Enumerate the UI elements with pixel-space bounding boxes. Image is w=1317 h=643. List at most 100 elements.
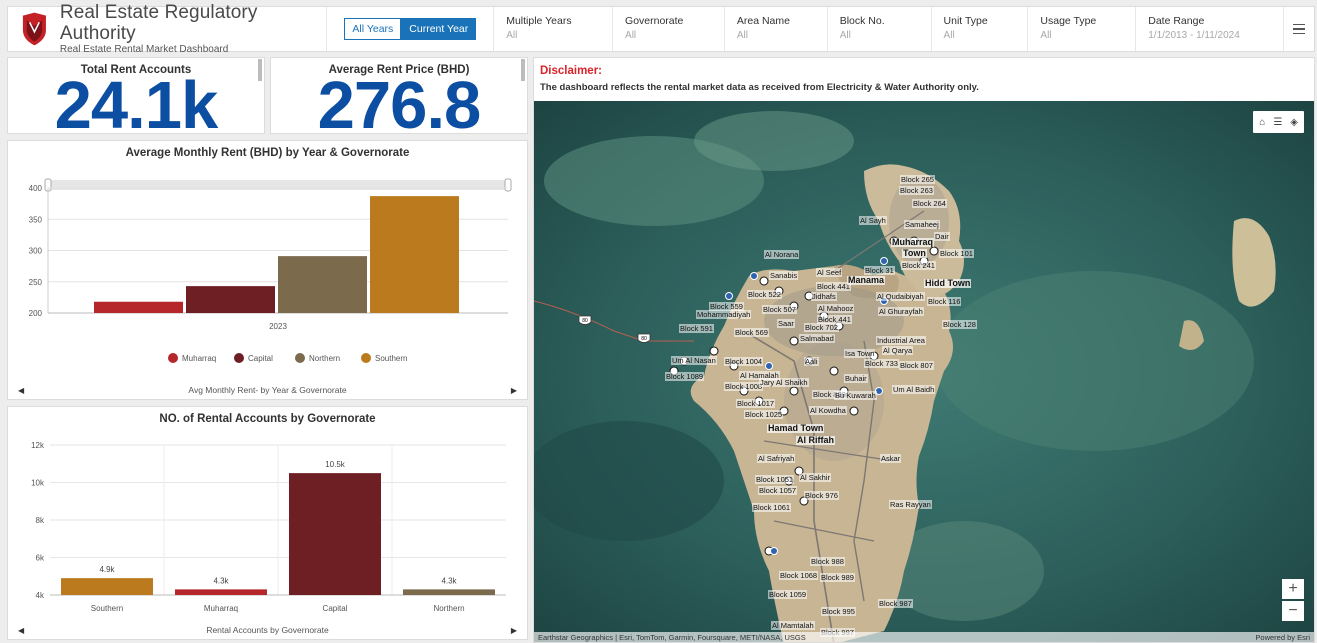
map-label: Jary Al Shaikh bbox=[759, 378, 809, 387]
avg-monthly-rent-chart: 200 250 300 350 400 2023 Muharraq Capital Northe… bbox=[29, 178, 512, 363]
powered-by-esri[interactable]: Powered by Esri bbox=[1255, 633, 1310, 642]
map-label: Block 1068 bbox=[779, 571, 819, 580]
map-label: Block 116 bbox=[927, 297, 962, 306]
map-label: Ras Rayyan bbox=[889, 500, 932, 509]
current-year-button[interactable]: Current Year bbox=[401, 18, 477, 40]
layers-icon[interactable]: ◈ bbox=[1290, 117, 1298, 128]
filter-date-range[interactable]: Date Range 1/1/2013 - 1/11/2024 bbox=[1136, 7, 1285, 51]
map-label: Block 1017 bbox=[736, 399, 776, 408]
bar-capital[interactable] bbox=[186, 286, 275, 313]
bar-capital[interactable] bbox=[289, 473, 381, 595]
filter-value: All bbox=[625, 30, 637, 41]
bar-southern[interactable] bbox=[61, 578, 153, 595]
map-label: Block 702 bbox=[804, 323, 839, 332]
all-years-button[interactable]: All Years bbox=[344, 18, 402, 40]
map-label: Block 507 bbox=[762, 305, 797, 314]
chart-footer: ◀ Rental Accounts by Governorate ▶ bbox=[8, 621, 527, 639]
header-bar: Real Estate Regulatory Authority Real Es… bbox=[7, 2, 1315, 55]
filter-value: All bbox=[943, 30, 955, 41]
zoom-in-button[interactable]: + bbox=[1282, 579, 1304, 599]
avg-monthly-rent-chart-panel: Average Monthly Rent (BHD) by Year & Gov… bbox=[7, 140, 528, 400]
map-label: Muharraq bbox=[891, 237, 935, 247]
home-icon[interactable]: ⌂ bbox=[1259, 117, 1265, 128]
y-tick-label: 200 bbox=[29, 309, 43, 318]
filter-label: Multiple Years bbox=[506, 15, 572, 27]
map-label: Askar bbox=[880, 454, 902, 463]
app-subtitle: Real Estate Rental Market Dashboard bbox=[59, 44, 229, 55]
rental-map[interactable]: 80 80 Block 265 Block 263 Block 264 Al S… bbox=[534, 101, 1314, 642]
legend-label: Southern bbox=[375, 354, 407, 363]
scrollbar[interactable] bbox=[521, 59, 525, 81]
y-tick-label: 300 bbox=[29, 247, 43, 256]
filter-area-name[interactable]: Area Name All bbox=[725, 7, 828, 51]
rera-logo-icon bbox=[22, 12, 46, 46]
x-tick-label: 2023 bbox=[269, 322, 287, 331]
map-label: Block 1008 bbox=[724, 382, 764, 391]
bar-northern[interactable] bbox=[278, 256, 367, 313]
legend-item-southern[interactable]: Southern bbox=[361, 353, 407, 363]
data-label: 10.5k bbox=[325, 460, 346, 469]
next-arrow-icon[interactable]: ▶ bbox=[511, 386, 517, 395]
filter-value: All bbox=[839, 30, 851, 41]
bar-southern[interactable] bbox=[370, 196, 459, 313]
legend-item-capital[interactable]: Capital bbox=[234, 353, 273, 363]
map-label: Isa Town bbox=[844, 349, 876, 358]
hamburger-menu-icon[interactable] bbox=[1284, 7, 1314, 51]
next-arrow-icon[interactable]: ▶ bbox=[511, 626, 517, 635]
data-label: 4.3k bbox=[441, 576, 457, 585]
map-label: Block 265 bbox=[900, 175, 935, 184]
range-slider-handle-right[interactable] bbox=[504, 178, 512, 192]
map-label: Block 101 bbox=[939, 249, 974, 258]
map-label: Town bbox=[902, 248, 927, 258]
map-label: Al Mamtalah bbox=[771, 621, 815, 630]
disclaimer-title: Disclaimer: bbox=[540, 65, 603, 77]
map-label: Al Norana bbox=[764, 250, 800, 259]
prev-arrow-icon[interactable]: ◀ bbox=[18, 386, 24, 395]
map-label: Block 441 bbox=[816, 282, 851, 291]
route-shield-icon: 80 bbox=[637, 333, 651, 343]
bar-northern[interactable] bbox=[403, 589, 495, 595]
y-tick-label: 8k bbox=[36, 516, 45, 525]
x-tick-label: Capital bbox=[323, 604, 348, 613]
filter-label: Unit Type bbox=[943, 15, 988, 27]
kpi-value: 276.8 bbox=[317, 68, 482, 134]
legend-label: Northern bbox=[309, 354, 340, 363]
filter-governorate[interactable]: Governorate All bbox=[613, 7, 725, 51]
map-label: Hamad Town bbox=[767, 423, 825, 433]
attribution-text: Earthstar Geographics | Esri, TomTom, Ga… bbox=[538, 632, 806, 642]
filter-block-no[interactable]: Block No. All bbox=[828, 7, 932, 51]
chart-footer-label: Rental Accounts by Governorate bbox=[206, 625, 329, 635]
filter-multiple-years[interactable]: Multiple Years All bbox=[494, 7, 614, 51]
map-label: Al Safriyah bbox=[757, 454, 796, 463]
filter-usage-type[interactable]: Usage Type All bbox=[1028, 7, 1137, 51]
map-attribution: Earthstar Geographics | Esri, TomTom, Ga… bbox=[534, 632, 1314, 642]
map-label: Bu Kuwarah bbox=[834, 391, 877, 400]
zoom-out-button[interactable]: − bbox=[1282, 601, 1304, 621]
map-label: Block 1004 bbox=[724, 357, 764, 366]
rental-accounts-chart-panel: NO. of Rental Accounts by Governorate 4k… bbox=[7, 406, 528, 640]
legend-list-icon[interactable]: ☰ bbox=[1273, 117, 1282, 128]
map-toolbar: ⌂ ☰ ◈ bbox=[1253, 111, 1304, 133]
prev-arrow-icon[interactable]: ◀ bbox=[18, 626, 24, 635]
filter-unit-type[interactable]: Unit Type All bbox=[932, 7, 1029, 51]
map-label: Saar bbox=[777, 319, 795, 328]
app-title: Real Estate Regulatory Authority bbox=[59, 2, 258, 44]
legend-item-muharraq[interactable]: Muharraq bbox=[168, 353, 216, 363]
map-label: Block 1057 bbox=[758, 486, 798, 495]
map-label: Block 522 bbox=[747, 290, 782, 299]
legend-item-northern[interactable]: Northern bbox=[295, 353, 340, 363]
bar-muharraq[interactable] bbox=[94, 301, 183, 313]
y-tick-label: 12k bbox=[31, 441, 45, 450]
scrollbar[interactable] bbox=[258, 59, 262, 81]
chart-footer-label: Avg Monthly Rent- by Year & Governorate bbox=[188, 385, 347, 395]
map-label: Block 559 bbox=[709, 302, 744, 311]
map-label: Al Sayh bbox=[859, 216, 887, 225]
map-label: Block 1059 bbox=[768, 590, 808, 599]
map-label: Al Riffah bbox=[796, 435, 835, 445]
filter-value: All bbox=[506, 30, 518, 41]
bar-muharraq[interactable] bbox=[175, 589, 267, 595]
legend-label: Capital bbox=[248, 354, 273, 363]
map-label: Buhair bbox=[844, 374, 868, 383]
kpi-average-rent-price: Average Rent Price (BHD) 276.8 bbox=[270, 57, 528, 134]
map-label: Al Mahooz bbox=[817, 304, 855, 313]
